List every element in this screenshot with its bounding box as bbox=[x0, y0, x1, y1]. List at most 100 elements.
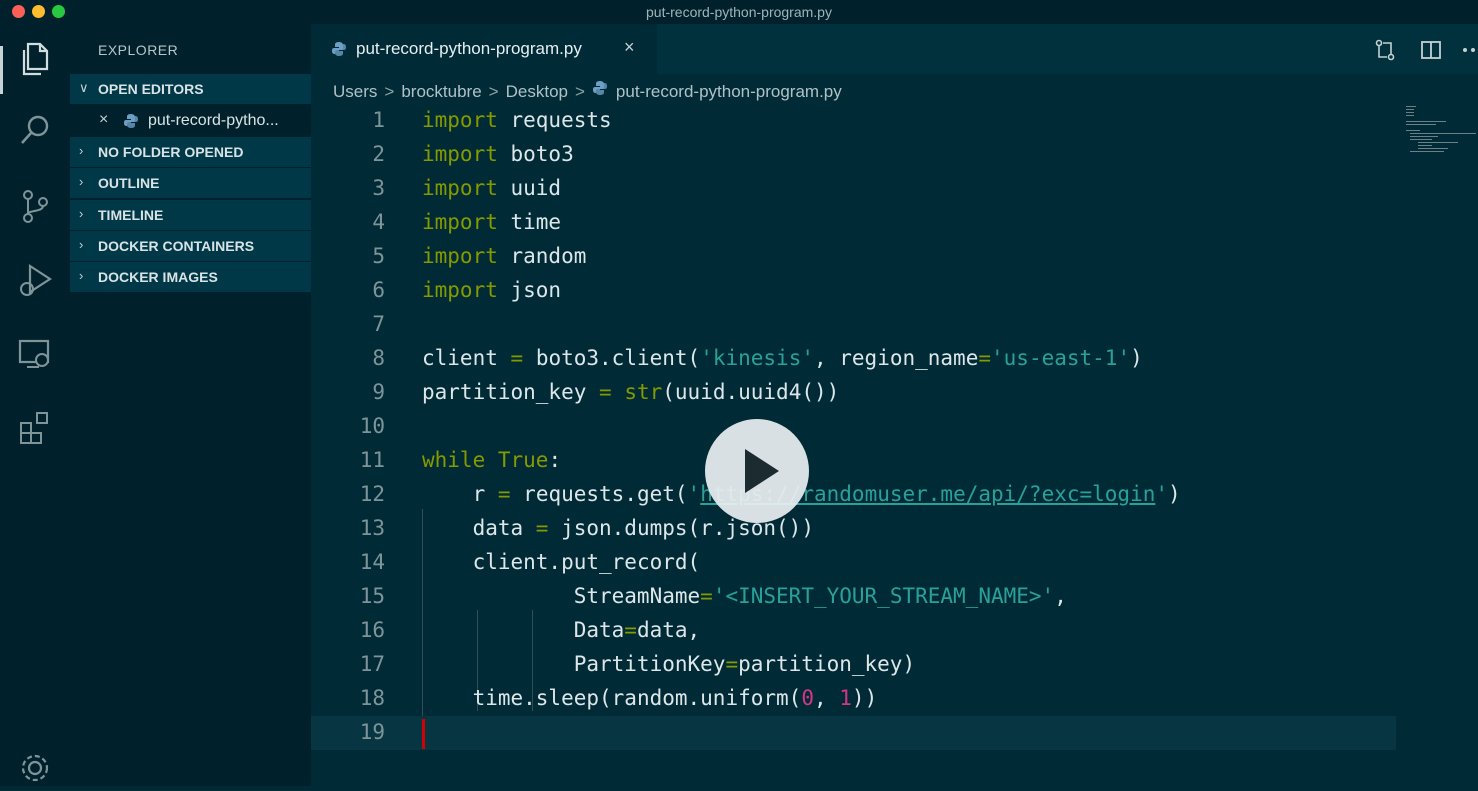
code-line: 15 StreamName='<INSERT_YOUR_STREAM_NAME>… bbox=[311, 580, 1396, 614]
explorer-icon[interactable] bbox=[15, 38, 55, 78]
split-editor-icon[interactable] bbox=[1419, 38, 1443, 62]
line-number: 18 bbox=[359, 686, 385, 710]
play-icon bbox=[745, 449, 779, 493]
breadcrumb-item[interactable]: brocktubre bbox=[401, 82, 481, 102]
window-title: put-record-python-program.py bbox=[646, 4, 832, 20]
code-line: 17 PartitionKey=partition_key) bbox=[311, 648, 1396, 682]
sidebar-title: EXPLORER bbox=[98, 42, 179, 58]
code-text: uuid bbox=[497, 176, 562, 200]
operator: = bbox=[978, 346, 992, 370]
code-text: partition_key) bbox=[738, 652, 916, 676]
more-actions-icon[interactable] bbox=[1459, 38, 1478, 62]
string-literal: 'us-east-1' bbox=[991, 346, 1131, 370]
operator: = bbox=[510, 346, 524, 370]
chevron-right-icon: › bbox=[79, 237, 84, 252]
line-number: 9 bbox=[372, 380, 385, 404]
line-number: 15 bbox=[359, 584, 385, 608]
chevron-right-icon: › bbox=[79, 143, 84, 158]
chevron-down-icon: ∨ bbox=[79, 80, 89, 95]
minimap[interactable] bbox=[1404, 104, 1476, 154]
keyword: import bbox=[422, 176, 498, 200]
code-text: )) bbox=[851, 686, 878, 710]
close-tab-icon[interactable]: × bbox=[624, 37, 635, 58]
code-text: StreamName bbox=[573, 584, 701, 608]
breadcrumb-item[interactable]: put-record-python-program.py bbox=[616, 82, 842, 102]
code-text: , bbox=[1054, 584, 1067, 608]
section-timeline[interactable]: › TIMELINE bbox=[70, 200, 311, 230]
play-button[interactable] bbox=[705, 419, 809, 523]
close-icon[interactable]: × bbox=[99, 111, 108, 129]
keyword: import bbox=[422, 142, 498, 166]
breadcrumb-item[interactable]: Desktop bbox=[506, 82, 568, 102]
source-control-icon[interactable] bbox=[15, 186, 55, 226]
operator: = bbox=[624, 618, 637, 642]
line-number: 12 bbox=[359, 482, 385, 506]
code-line: 7 bbox=[311, 308, 1396, 342]
line-number: 14 bbox=[359, 550, 385, 574]
section-label: DOCKER IMAGES bbox=[98, 269, 218, 285]
line-number: 5 bbox=[372, 244, 385, 268]
extensions-icon[interactable] bbox=[15, 408, 55, 448]
line-number: 1 bbox=[372, 108, 385, 132]
code-line: 18 time.sleep(random.uniform(0, 1)) bbox=[311, 682, 1396, 716]
compare-changes-icon[interactable] bbox=[1373, 38, 1397, 62]
number-literal: 1 bbox=[839, 686, 852, 710]
line-number: 16 bbox=[359, 618, 385, 642]
section-docker-containers[interactable]: › DOCKER CONTAINERS bbox=[70, 231, 311, 261]
string-literal: ' bbox=[1155, 482, 1169, 506]
operator: = bbox=[599, 380, 612, 404]
activity-bar bbox=[0, 24, 70, 786]
text-cursor bbox=[422, 719, 425, 749]
breadcrumb-item[interactable]: Users bbox=[333, 82, 377, 102]
breadcrumb-separator: > bbox=[488, 81, 499, 101]
section-docker-images[interactable]: › DOCKER IMAGES bbox=[70, 262, 311, 292]
line-number: 3 bbox=[372, 176, 385, 200]
keyword: import bbox=[422, 244, 498, 268]
section-label: DOCKER CONTAINERS bbox=[98, 238, 255, 254]
code-line: 13 data = json.dumps(r.json()) bbox=[311, 512, 1396, 546]
chevron-right-icon: › bbox=[79, 206, 84, 221]
string-literal: '<INSERT_YOUR_STREAM_NAME>' bbox=[712, 584, 1055, 608]
remote-explorer-icon[interactable] bbox=[15, 334, 55, 374]
chevron-right-icon: › bbox=[79, 174, 84, 189]
section-open-editors[interactable]: ∨ OPEN EDITORS bbox=[70, 74, 311, 104]
code-line: 14 client.put_record( bbox=[311, 546, 1396, 580]
code-text: time bbox=[497, 210, 562, 234]
string-literal: 'kinesis' bbox=[700, 346, 814, 370]
code-text: partition_key bbox=[422, 380, 600, 404]
code-text: r bbox=[472, 482, 498, 506]
gear-icon[interactable] bbox=[17, 750, 53, 786]
operator: = bbox=[497, 482, 511, 506]
code-line: 1 import requests bbox=[311, 104, 1396, 138]
section-label: TIMELINE bbox=[98, 207, 164, 223]
code-line: 6 import json bbox=[311, 274, 1396, 308]
section-outline[interactable]: › OUTLINE bbox=[70, 168, 311, 198]
string-literal: ' bbox=[687, 482, 701, 506]
keyword: import bbox=[422, 278, 498, 302]
code-text: boto3.client( bbox=[523, 346, 701, 370]
code-text: Data bbox=[573, 618, 625, 642]
run-debug-icon[interactable] bbox=[15, 260, 55, 300]
open-editor-item[interactable]: × put-record-pytho... bbox=[70, 106, 311, 136]
code-text: ) bbox=[1130, 346, 1143, 370]
breadcrumb: Users > brocktubre > Desktop > put-record-pyth… bbox=[333, 80, 842, 102]
code-text: (uuid.uuid4()) bbox=[662, 380, 840, 404]
code-text: client.put_record( bbox=[472, 550, 701, 574]
open-file-name: put-record-pytho... bbox=[148, 112, 279, 129]
editor-tab[interactable]: put-record-python-program.py × bbox=[311, 24, 657, 74]
code-text: boto3 bbox=[497, 142, 574, 166]
operator: = bbox=[725, 652, 739, 676]
line-number: 8 bbox=[372, 346, 385, 370]
code-line: 5 import random bbox=[311, 240, 1396, 274]
section-no-folder[interactable]: › NO FOLDER OPENED bbox=[70, 137, 311, 167]
builtin: str bbox=[624, 380, 663, 404]
tab-bar: put-record-python-program.py × bbox=[311, 24, 1478, 74]
code-line: 8 client = boto3.client('kinesis', region… bbox=[311, 342, 1396, 376]
chevron-right-icon: › bbox=[79, 268, 84, 283]
code-line: 2 import boto3 bbox=[311, 138, 1396, 172]
search-icon[interactable] bbox=[15, 110, 55, 150]
